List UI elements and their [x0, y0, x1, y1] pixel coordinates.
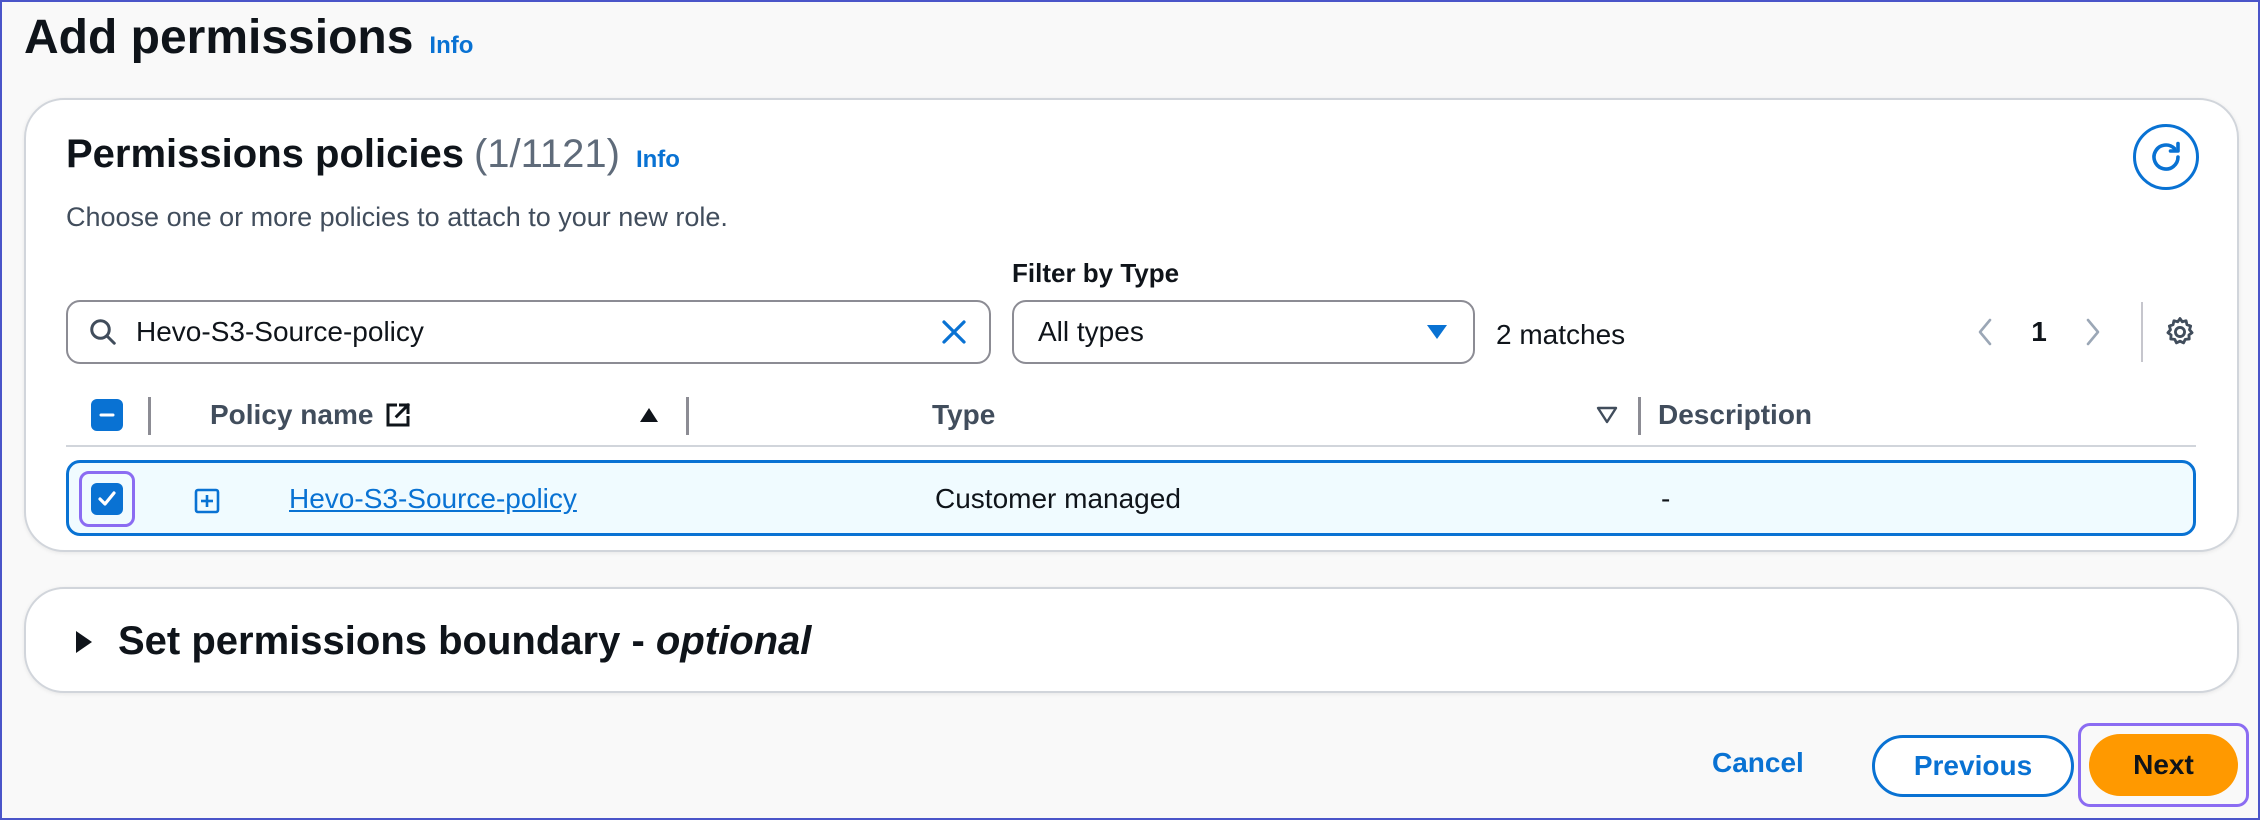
policy-description: -	[1661, 483, 1671, 514]
column-divider	[1638, 397, 1641, 435]
pager-divider	[2141, 302, 2143, 362]
search-field[interactable]	[66, 300, 991, 364]
type-filter-value: All types	[1038, 316, 1144, 347]
policies-count: (1/1121)	[473, 132, 620, 176]
close-icon	[942, 320, 966, 344]
clear-search-button[interactable]	[939, 317, 969, 347]
search-icon	[90, 319, 116, 345]
filter-by-type-label: Filter by Type	[1012, 258, 1180, 288]
previous-page-button[interactable]	[1957, 317, 2013, 347]
checkbox-checked-icon	[98, 491, 116, 506]
previous-button[interactable]: Previous	[1872, 735, 2074, 797]
policies-description: Choose one or more policies to attach to…	[66, 202, 728, 232]
gear-icon	[2166, 317, 2194, 345]
row-checkbox-highlight	[79, 471, 135, 527]
column-divider	[148, 397, 151, 435]
table-header: Policy name Type Description	[66, 385, 2196, 447]
permissions-boundary-panel: Set permissions boundary - optional	[24, 587, 2239, 693]
page-title: Add permissions	[24, 11, 414, 64]
page-number[interactable]: 1	[2013, 316, 2065, 348]
refresh-icon	[2152, 141, 2180, 171]
sort-ascending-icon	[640, 408, 658, 422]
table-settings-button[interactable]	[2163, 315, 2197, 349]
external-link-icon	[386, 402, 411, 427]
permissions-boundary-toggle[interactable]: Set permissions boundary - optional	[74, 619, 811, 664]
page-info-link[interactable]: Info	[429, 32, 473, 60]
column-label-description: Description	[1658, 399, 1813, 430]
policy-name-link[interactable]: Hevo-S3-Source-policy	[289, 483, 577, 515]
policies-title: Permissions policies (1/1121)	[66, 132, 620, 176]
chevron-right-icon	[2086, 318, 2100, 346]
expand-row-button[interactable]	[193, 487, 221, 515]
search-input[interactable]	[136, 316, 939, 348]
column-label-type: Type	[932, 399, 996, 430]
sort-descending-icon	[1596, 406, 1618, 424]
row-checkbox[interactable]	[91, 483, 123, 515]
checkbox-indeterminate-icon	[99, 413, 115, 417]
column-divider	[686, 397, 689, 435]
next-button-highlight: Next	[2078, 723, 2249, 807]
policy-type: Customer managed	[935, 483, 1181, 514]
policies-info-link[interactable]: Info	[636, 146, 680, 174]
permissions-policies-panel: Permissions policies (1/1121) Info Choose…	[24, 98, 2239, 552]
column-header-type[interactable]: Type	[932, 385, 1618, 445]
chevron-left-icon	[1978, 318, 1992, 346]
column-header-policy-name[interactable]: Policy name	[210, 385, 660, 445]
table-row[interactable]: Hevo-S3-Source-policy Customer managed -	[66, 460, 2196, 536]
next-page-button[interactable]	[2065, 317, 2121, 347]
optional-label: optional	[655, 619, 812, 663]
caret-down-icon	[1427, 325, 1447, 339]
select-all-cell	[66, 399, 148, 431]
match-count: 2 matches	[1496, 319, 1626, 350]
column-label-policy-name: Policy name	[210, 399, 374, 430]
select-all-checkbox[interactable]	[91, 399, 123, 431]
refresh-button[interactable]	[2133, 124, 2199, 190]
plus-square-icon	[194, 488, 220, 514]
next-button[interactable]: Next	[2089, 734, 2238, 796]
pagination: 1	[1957, 300, 2197, 364]
page-header: Add permissions Info	[24, 10, 473, 65]
type-filter-select[interactable]: All types	[1012, 300, 1475, 364]
caret-right-icon	[76, 630, 92, 653]
policies-header: Permissions policies (1/1121) Info	[66, 132, 680, 177]
cancel-button[interactable]: Cancel	[1712, 747, 1804, 779]
permissions-boundary-title: Set permissions boundary - optional	[118, 619, 812, 663]
column-header-description: Description	[1658, 385, 2058, 445]
